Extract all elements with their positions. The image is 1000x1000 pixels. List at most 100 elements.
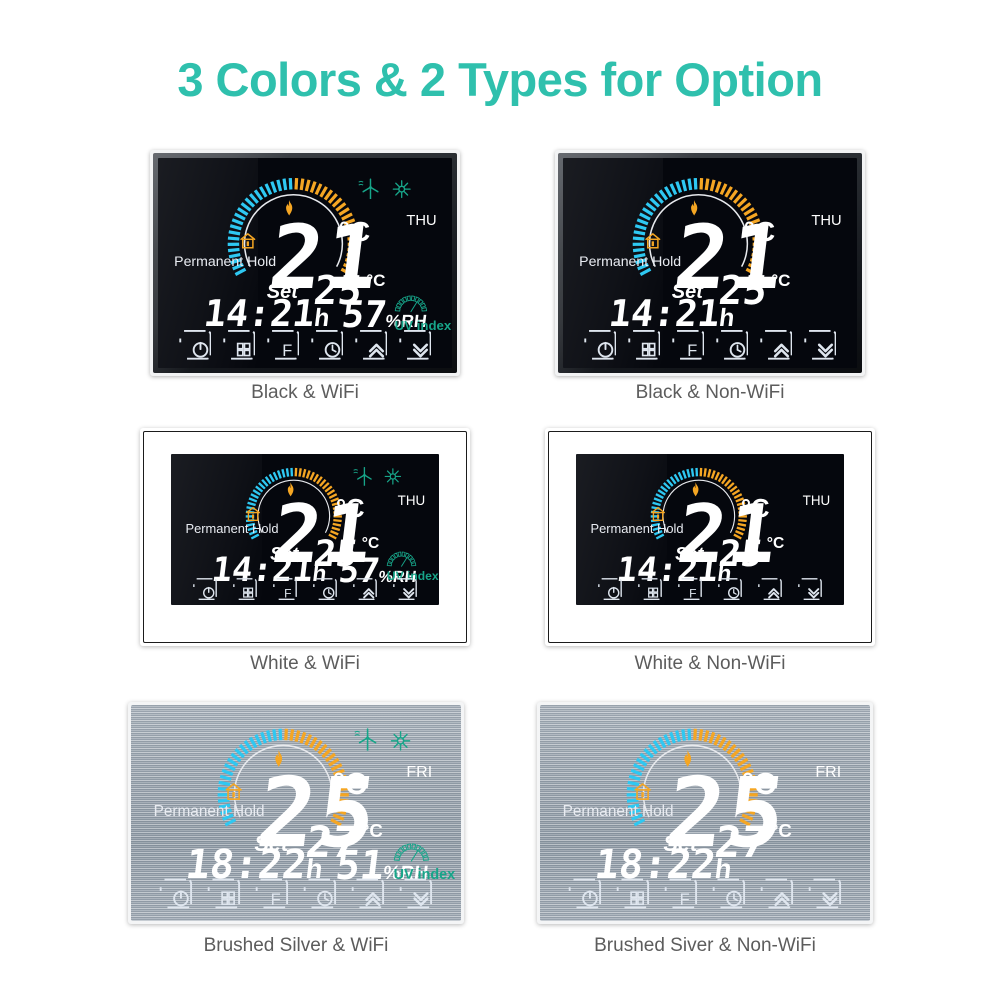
screen-wrap: 21 °C Set 25 °C 14:21h Permanent Hold THU … [170, 454, 440, 606]
temp-up-button[interactable] [350, 577, 380, 601]
timer-button[interactable] [310, 328, 344, 362]
variant-cell-black-wifi: 21 °C Set 25 °C 14:21h Permanent Hold THU … [150, 150, 460, 403]
thermostat-silver-wifi[interactable]: 25 °C Set 27 °C 18:22h Permanent Hold FRI … [128, 702, 464, 924]
temp-up-button[interactable] [759, 877, 795, 910]
device-panel: 21 °C Set 25 °C 14:21h Permanent Hold THU F [548, 431, 872, 643]
temp-down-button[interactable] [795, 577, 825, 601]
lcd-content: 21 °C Set 25 °C 14:21h Permanent Hold THU … [171, 454, 440, 605]
mode-button[interactable]: F [254, 877, 290, 910]
timer-button[interactable] [715, 577, 745, 601]
menu-button[interactable] [615, 877, 651, 910]
variant-cell-silver-wifi: 25 °C Set 27 °C 18:22h Permanent Hold FRI … [128, 702, 464, 956]
temp-up-button[interactable] [354, 328, 388, 362]
thermostat-black-wifi[interactable]: 21 °C Set 25 °C 14:21h Permanent Hold THU … [150, 150, 460, 376]
lcd-content: 25 °C Set 27 °C 18:22h Permanent Hold FRI F [545, 710, 865, 916]
touch-button-row: F [178, 328, 432, 362]
timer-button[interactable] [711, 877, 747, 910]
power-button[interactable] [567, 877, 603, 910]
power-button[interactable] [583, 328, 617, 362]
current-temperature-unit: °C [335, 495, 365, 524]
lcd-content: 21 °C Set 25 °C 14:21h Permanent Hold THU F [576, 454, 845, 605]
svg-text:F: F [282, 342, 292, 360]
touch-button-row: F [158, 877, 433, 910]
temp-up-button[interactable] [350, 877, 386, 910]
touch-button-row: F [567, 877, 842, 910]
mode-button[interactable]: F [663, 877, 699, 910]
lcd-screen[interactable]: 21 °C Set 25 °C 14:21h Permanent Hold THU … [158, 158, 452, 368]
power-button[interactable] [190, 577, 220, 601]
variant-caption-black-wifi: Black & WiFi [251, 382, 359, 403]
svg-text:F: F [271, 891, 281, 909]
mode-button[interactable]: F [675, 577, 705, 601]
page-title: 3 Colors & 2 Types for Option [177, 53, 823, 106]
menu-button[interactable] [230, 577, 260, 601]
timer-button[interactable] [310, 577, 340, 601]
current-temperature-unit: °C [338, 215, 371, 247]
variant-cell-white-nonwifi: 21 °C Set 25 °C 14:21h Permanent Hold THU F… [545, 428, 875, 674]
mode-button[interactable]: F [671, 328, 705, 362]
day-of-week: THU [802, 493, 831, 509]
thermostat-white-nonwifi[interactable]: 21 °C Set 25 °C 14:21h Permanent Hold THU F [545, 428, 875, 646]
permanent-hold-label: Permanent Hold [562, 802, 674, 820]
lcd-screen[interactable]: 25 °C Set 27 °C 18:22h Permanent Hold FRI F [545, 710, 865, 916]
temp-down-button[interactable] [803, 328, 837, 362]
variant-caption-silver-nonwifi: Brushed Siver & Non-WiFi [594, 935, 816, 956]
mode-button[interactable]: F [270, 577, 300, 601]
screen-wrap: 21 °C Set 25 °C 14:21h Permanent Hold THU F [575, 454, 845, 606]
temp-down-button[interactable] [398, 328, 432, 362]
wind-turbine-icon [353, 465, 376, 488]
permanent-hold-label: Permanent Hold [174, 252, 277, 269]
wind-turbine-icon [358, 173, 383, 205]
clock-display: 14:21h [606, 292, 736, 335]
menu-button[interactable] [206, 877, 242, 910]
device-panel: 21 °C Set 25 °C 14:21h Permanent Hold THU … [143, 431, 467, 643]
svg-text:F: F [284, 586, 291, 600]
menu-button[interactable] [627, 328, 661, 362]
permanent-hold-label: Permanent Hold [153, 802, 265, 820]
temp-up-button[interactable] [759, 328, 793, 362]
lcd-content: 25 °C Set 27 °C 18:22h Permanent Hold FRI … [136, 710, 456, 916]
temp-down-button[interactable] [390, 577, 420, 601]
temp-up-button[interactable] [755, 577, 785, 601]
thermostat-black-nonwifi[interactable]: 21 °C Set 25 °C 14:21h Permanent Hold THU F [555, 150, 865, 376]
thermostat-white-wifi[interactable]: 21 °C Set 25 °C 14:21h Permanent Hold THU … [140, 428, 470, 646]
power-button[interactable] [595, 577, 625, 601]
device-panel: 21 °C Set 25 °C 14:21h Permanent Hold THU F [558, 153, 862, 373]
set-temperature-unit: °C [771, 271, 791, 291]
house-icon [239, 227, 257, 254]
svg-text:F: F [689, 586, 696, 600]
power-button[interactable] [178, 328, 212, 362]
current-temperature-unit: °C [743, 215, 776, 247]
current-temperature-unit: °C [740, 495, 770, 524]
permanent-hold-label: Permanent Hold [590, 520, 684, 536]
menu-button[interactable] [635, 577, 665, 601]
power-button[interactable] [158, 877, 194, 910]
set-temperature-unit: °C [361, 820, 383, 842]
temp-down-button[interactable] [398, 877, 434, 910]
lcd-screen[interactable]: 21 °C Set 25 °C 14:21h Permanent Hold THU F [563, 158, 857, 368]
touch-button-row: F [190, 577, 421, 601]
set-temperature-unit: °C [766, 535, 785, 553]
mode-button[interactable]: F [266, 328, 300, 362]
timer-button[interactable] [715, 328, 749, 362]
lcd-content: 21 °C Set 25 °C 14:21h Permanent Hold THU F [563, 158, 857, 368]
touch-button-row: F [583, 328, 837, 362]
lcd-content: 21 °C Set 25 °C 14:21h Permanent Hold THU … [158, 158, 452, 368]
menu-button[interactable] [222, 328, 256, 362]
lcd-screen[interactable]: 25 °C Set 27 °C 18:22h Permanent Hold FRI … [136, 710, 456, 916]
current-temperature-unit: °C [332, 766, 367, 801]
lcd-screen[interactable]: 21 °C Set 25 °C 14:21h Permanent Hold THU … [170, 454, 440, 606]
temp-down-button[interactable] [807, 877, 843, 910]
timer-button[interactable] [302, 877, 338, 910]
house-icon [224, 778, 243, 805]
day-of-week: THU [811, 212, 842, 229]
day-of-week: THU [406, 212, 437, 229]
clock-display: 14:21h [201, 292, 331, 335]
set-temperature-unit: °C [770, 820, 792, 842]
lcd-screen[interactable]: 21 °C Set 25 °C 14:21h Permanent Hold THU F [575, 454, 845, 606]
permanent-hold-label: Permanent Hold [185, 520, 279, 536]
variant-cell-white-wifi: 21 °C Set 25 °C 14:21h Permanent Hold THU … [140, 428, 470, 674]
thermostat-silver-nonwifi[interactable]: 25 °C Set 27 °C 18:22h Permanent Hold FRI F [537, 702, 873, 924]
variant-cell-black-nonwifi: 21 °C Set 25 °C 14:21h Permanent Hold THU F… [555, 150, 865, 403]
house-icon [644, 227, 662, 254]
